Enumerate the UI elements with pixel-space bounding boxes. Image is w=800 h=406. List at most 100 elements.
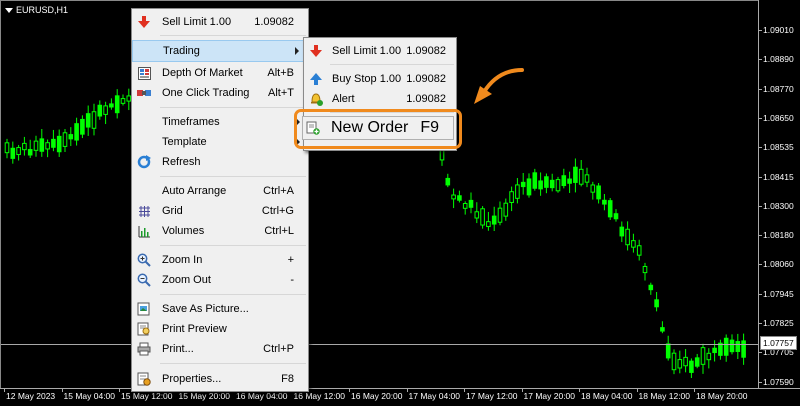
volumes-icon xyxy=(137,224,151,238)
menu-item-label: Depth Of Market xyxy=(162,67,243,79)
candle-body xyxy=(584,174,590,183)
chart-context-menu: Sell Limit 1.00 1.09082 Trading Depth Of… xyxy=(131,8,309,392)
menu-item-template[interactable]: Template xyxy=(132,132,308,152)
price-tick xyxy=(759,30,762,31)
menu-item-shortcut: Alt+T xyxy=(268,87,294,99)
time-label: 12 May 2023 xyxy=(6,391,56,401)
menu-item-depth-of-market[interactable]: Depth Of Market Alt+B xyxy=(132,63,308,83)
price-tick xyxy=(759,88,762,90)
price-label: 1.07945 xyxy=(763,288,794,299)
annotation-arrow xyxy=(474,68,524,104)
price-label: 1.08060 xyxy=(763,259,794,270)
candle-body xyxy=(549,179,555,189)
candle-body xyxy=(689,360,694,373)
candle-body xyxy=(567,178,572,184)
menu-item-shortcut: - xyxy=(290,274,294,286)
menu-item-timeframes[interactable]: Timeframes xyxy=(132,112,308,132)
menu-item-trading[interactable]: Trading xyxy=(132,40,308,62)
candle-body xyxy=(62,132,68,147)
price-label: 1.08180 xyxy=(763,230,794,241)
menu-item-label: Refresh xyxy=(162,156,201,168)
menu-item-print-preview[interactable]: Print Preview xyxy=(132,319,308,339)
menu-item-label: Zoom Out xyxy=(162,274,211,286)
time-label: 16 May 12:00 xyxy=(293,391,346,401)
time-tick xyxy=(694,389,695,392)
time-label: 18 May 20:00 xyxy=(696,391,748,401)
candle-body xyxy=(462,203,468,209)
candle-body xyxy=(27,149,33,156)
current-price-badge: 1.07757 xyxy=(760,336,797,350)
menu-separator xyxy=(160,245,306,246)
time-tick xyxy=(4,389,5,392)
candle-body xyxy=(712,347,717,354)
price-label: 1.08535 xyxy=(763,142,794,153)
time-label: 15 May 04:00 xyxy=(63,391,116,401)
price-tick xyxy=(759,205,762,207)
chart-menu-triangle-icon[interactable] xyxy=(5,7,13,13)
one-click-trading-icon xyxy=(137,86,151,100)
price-tick xyxy=(759,147,762,149)
candle-body xyxy=(486,221,491,228)
time-label: 17 May 20:00 xyxy=(523,391,576,401)
price-axis[interactable]: 1.09010 1.08890 1.08770 1.08650 1.08535 1.084… xyxy=(758,0,800,388)
menu-item-save-as-picture[interactable]: Save As Picture... xyxy=(132,299,308,319)
time-label: 16 May 20:00 xyxy=(351,391,403,401)
candle-body xyxy=(491,215,497,225)
price-label: 1.07825 xyxy=(763,318,794,328)
menu-item-shortcut: Ctrl+P xyxy=(263,343,294,355)
candle-body xyxy=(56,135,62,153)
submenu-arrow-icon xyxy=(295,47,299,55)
price-tick xyxy=(759,117,762,119)
menu-item-grid[interactable]: Grid Ctrl+G xyxy=(132,201,308,221)
menu-item-shortcut: Ctrl+L xyxy=(264,225,294,237)
time-tick xyxy=(61,389,63,392)
menu-separator xyxy=(160,363,306,364)
price-label: 1.08890 xyxy=(763,54,794,65)
menu-item-shortcut: + xyxy=(287,254,294,266)
menu-item-label: Alert xyxy=(332,93,355,105)
menu-item-label: Trading xyxy=(163,45,200,57)
candle-body xyxy=(573,166,578,183)
candle-body xyxy=(51,138,56,148)
candle-body xyxy=(532,172,538,189)
time-label: 18 May 04:00 xyxy=(581,391,633,401)
candle-body xyxy=(451,194,456,200)
submenu-item-alert[interactable]: Alert 1.09082 xyxy=(304,89,456,109)
candle-body xyxy=(718,342,723,356)
menu-item-label: Grid xyxy=(162,205,183,217)
menu-item-label: Auto Arrange xyxy=(162,185,227,197)
time-axis[interactable]: 12 May 2023 15 May 04:00 15 May 12:00 15 Ma… xyxy=(0,388,800,406)
menu-item-shortcut: Alt+B xyxy=(267,67,294,79)
menu-item-sell-limit[interactable]: Sell Limit 1.00 1.09082 xyxy=(132,12,308,32)
menu-item-one-click-trading[interactable]: One Click Trading Alt+T xyxy=(132,83,308,103)
candle-body xyxy=(497,207,503,223)
menu-item-print[interactable]: Print... Ctrl+P xyxy=(132,339,308,359)
menu-item-properties[interactable]: Properties... F8 xyxy=(132,369,308,389)
menu-item-price: 1.09082 xyxy=(406,45,446,57)
submenu-item-buy-stop[interactable]: Buy Stop 1.00 1.09082 xyxy=(304,69,456,89)
menu-item-refresh[interactable]: Refresh xyxy=(132,152,308,172)
menu-item-auto-arrange[interactable]: Auto Arrange Ctrl+A xyxy=(132,181,308,201)
menu-item-volumes[interactable]: Volumes Ctrl+L xyxy=(132,221,308,241)
menu-item-label: Timeframes xyxy=(162,116,220,128)
candle-body xyxy=(109,103,114,108)
menu-item-label: One Click Trading xyxy=(162,87,250,99)
time-label: 17 May 12:00 xyxy=(466,391,518,401)
candle-body xyxy=(642,265,648,274)
zoom-in-icon xyxy=(137,253,151,267)
menu-item-zoom-in[interactable]: Zoom In + xyxy=(132,250,308,270)
candle-body xyxy=(538,180,543,190)
time-tick xyxy=(636,389,638,392)
candle-body xyxy=(515,184,520,199)
submenu-item-sell-limit[interactable]: Sell Limit 1.00 1.09082 xyxy=(304,41,456,61)
candle-body xyxy=(520,181,526,188)
menu-item-zoom-out[interactable]: Zoom Out - xyxy=(132,270,308,290)
candle-body xyxy=(91,111,97,129)
candle-body xyxy=(729,339,735,353)
candle-body xyxy=(80,118,85,135)
price-label: 1.07590 xyxy=(763,376,794,387)
candle-body xyxy=(544,176,549,188)
refresh-icon xyxy=(137,155,151,169)
price-label: 1.08300 xyxy=(763,200,794,211)
sell-limit-icon xyxy=(137,15,151,29)
